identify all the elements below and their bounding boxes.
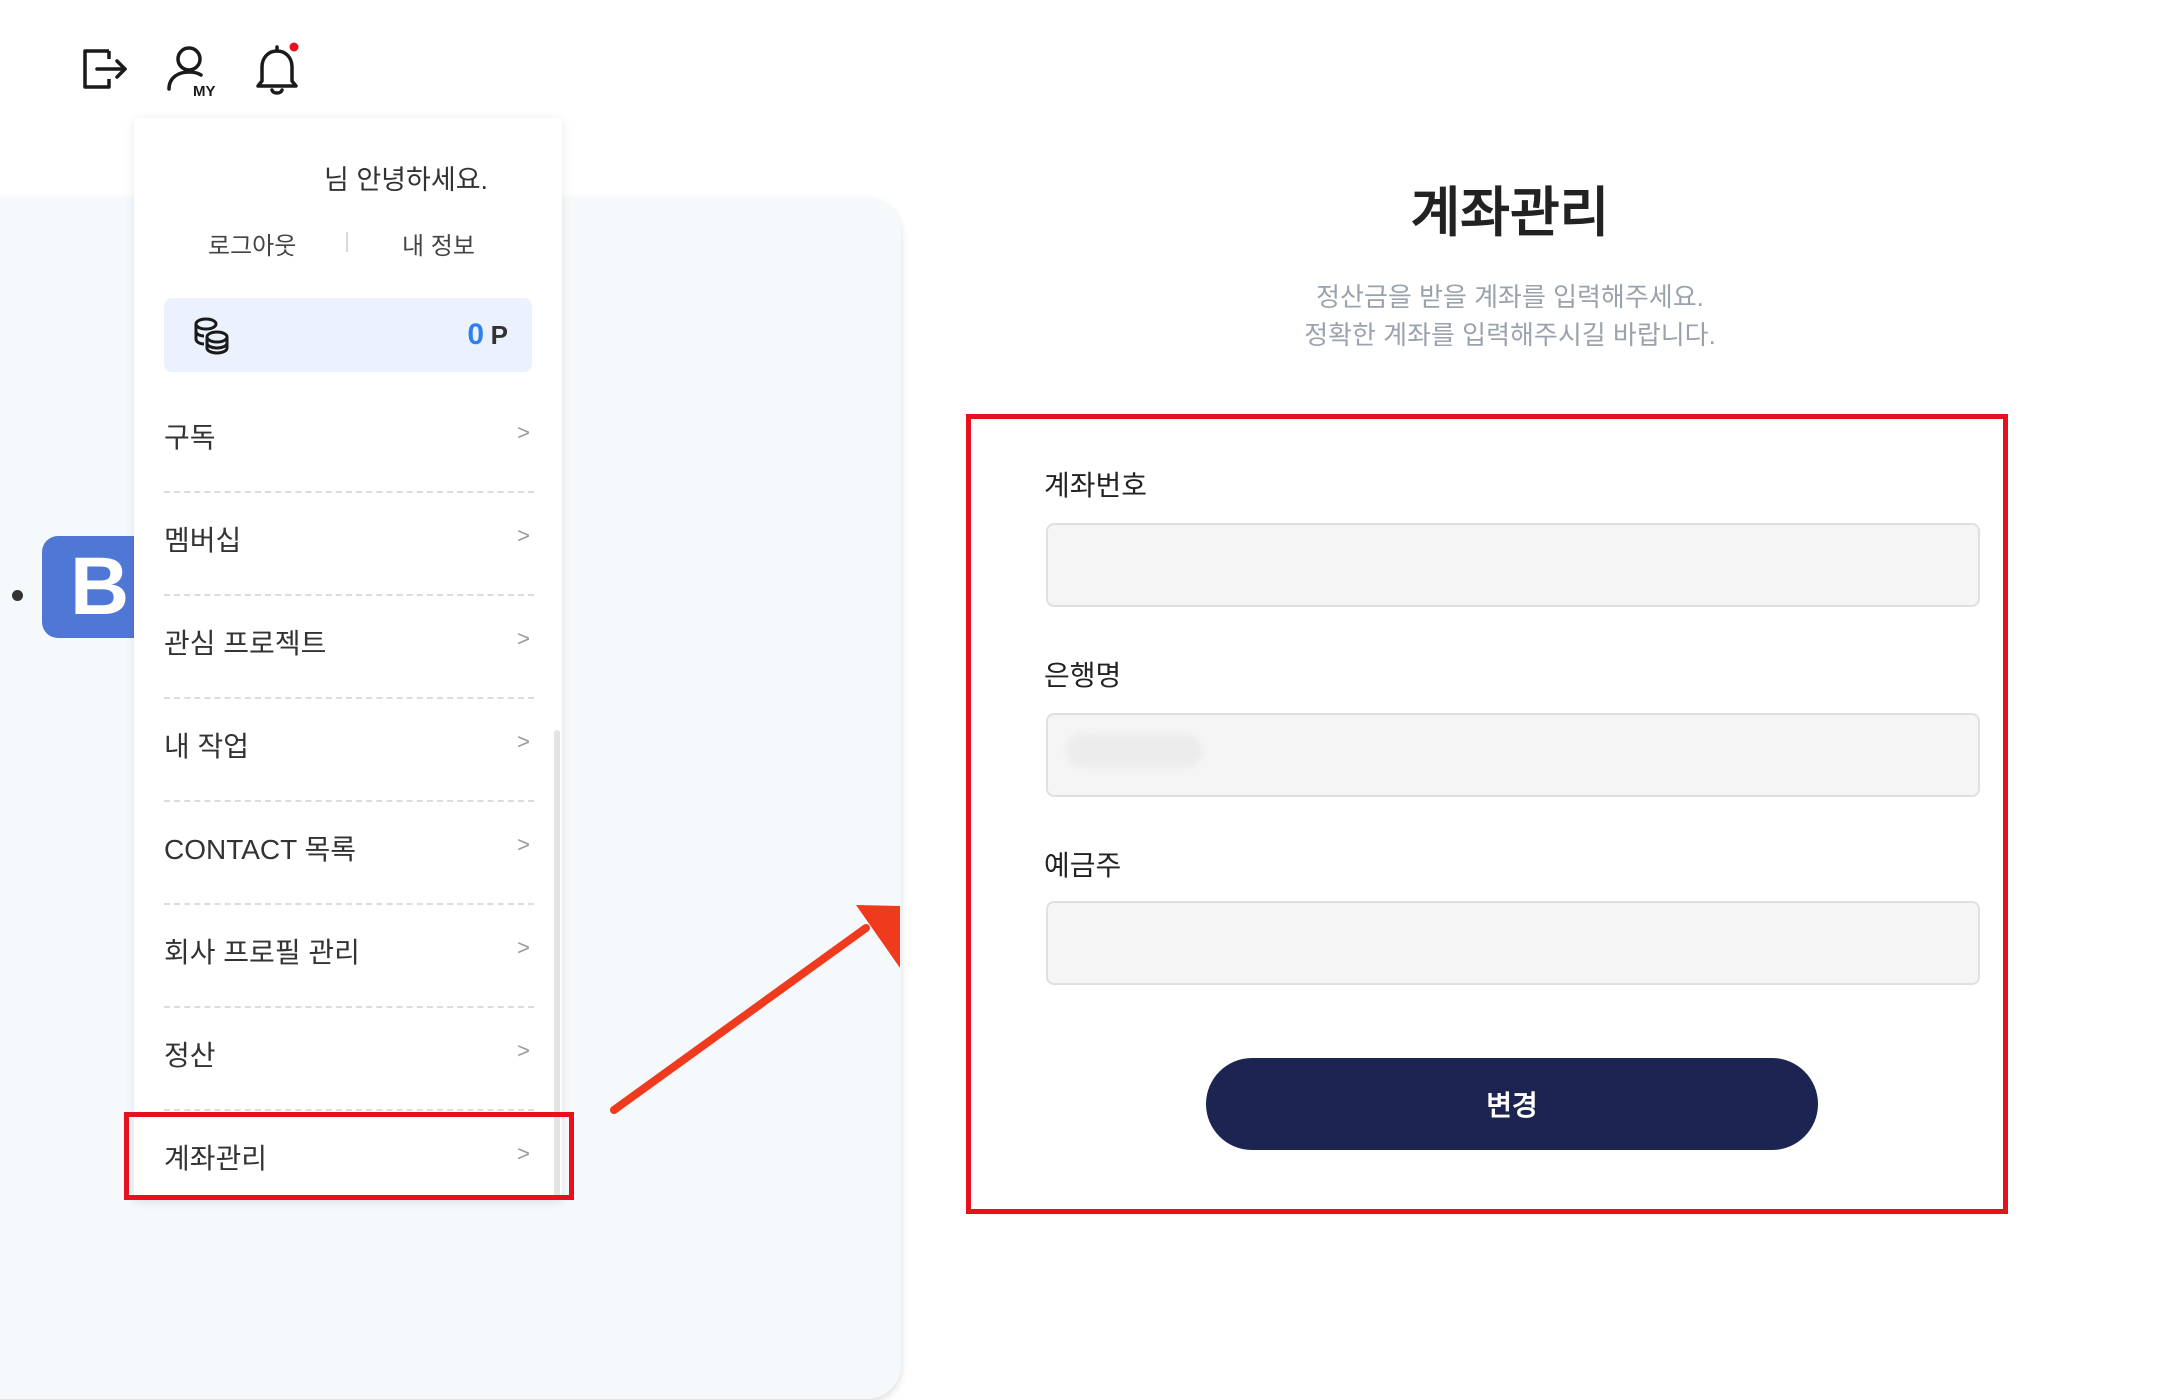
account-number-input[interactable] <box>1046 523 1980 607</box>
page: MY B 님 안녕하세요. 로그아웃 내 정보 0 P 구독 > 멤버십 > 관… <box>0 0 2160 1400</box>
point-unit: P <box>490 320 508 350</box>
my-page-icon[interactable]: MY <box>158 36 224 102</box>
my-badge-text: MY <box>193 83 216 100</box>
menu-item-settlement[interactable]: 정산 > <box>164 1008 534 1111</box>
menu-item-label: 구독 <box>164 422 216 453</box>
menu-item-company-profile[interactable]: 회사 프로필 관리 > <box>164 905 534 1008</box>
page-title: 계좌관리 <box>1410 183 1610 243</box>
chevron-right-icon: > <box>517 935 530 960</box>
bullet-dot <box>12 590 23 601</box>
notification-bell-icon[interactable] <box>244 36 310 102</box>
quick-links: 로그아웃 내 정보 <box>134 226 562 261</box>
chevron-right-icon: > <box>517 832 530 857</box>
description-line: 정산금을 받을 계좌를 입력해주세요. <box>1316 282 1704 312</box>
point-balance-box[interactable]: 0 P <box>164 298 532 372</box>
menu-item-label: 회사 프로필 관리 <box>164 937 360 968</box>
point-value: 0 <box>467 318 484 351</box>
menu-item-interested-projects[interactable]: 관심 프로젝트 > <box>164 596 534 699</box>
chevron-right-icon: > <box>517 1038 530 1063</box>
menu-item-contact-list[interactable]: CONTACT 목록 > <box>164 802 534 905</box>
logout-link[interactable]: 로그아웃 <box>208 226 296 261</box>
account-number-label: 계좌번호 <box>1044 470 1148 501</box>
notification-bell-icon-graphic <box>256 42 299 95</box>
user-dropdown-menu: 님 안녕하세요. 로그아웃 내 정보 0 P 구독 > 멤버십 > 관심 프로젝… <box>134 118 562 1200</box>
blurred-bank-value <box>1066 734 1202 768</box>
page-description: 정산금을 받을 계좌를 입력해주세요. 정확한 계좌를 입력해주시길 바랍니다. <box>1210 278 1810 354</box>
menu-item-label: 정산 <box>164 1040 216 1071</box>
bank-name-label: 은행명 <box>1044 660 1122 691</box>
chevron-right-icon: > <box>517 523 530 548</box>
my-info-link[interactable]: 내 정보 <box>402 226 475 261</box>
logout-icon-graphic <box>83 49 127 89</box>
coins-icon <box>194 317 229 355</box>
notification-dot <box>289 42 299 52</box>
menu-item-membership[interactable]: 멤버십 > <box>164 493 534 596</box>
chevron-right-icon: > <box>517 729 530 754</box>
change-button[interactable]: 변경 <box>1206 1058 1818 1150</box>
menu-item-label: 관심 프로젝트 <box>164 628 327 659</box>
menu-item-my-work[interactable]: 내 작업 > <box>164 699 534 802</box>
link-divider <box>346 232 348 252</box>
menu-item-label: CONTACT 목록 <box>164 834 357 865</box>
logout-icon[interactable] <box>72 36 138 102</box>
menu-item-label: 내 작업 <box>164 731 250 762</box>
chevron-right-icon: > <box>517 626 530 651</box>
greeting-text: 님 안녕하세요. <box>324 165 489 195</box>
account-holder-label: 예금주 <box>1044 850 1122 881</box>
description-line: 정확한 계좌를 입력해주시길 바랍니다. <box>1304 320 1716 350</box>
account-holder-input[interactable] <box>1046 901 1980 985</box>
dropdown-menu-list: 구독 > 멤버십 > 관심 프로젝트 > 내 작업 > CONTACT 목록 >… <box>164 390 534 1214</box>
menu-item-subscription[interactable]: 구독 > <box>164 390 534 493</box>
chevron-right-icon: > <box>517 420 530 445</box>
menu-item-label: 멤버십 <box>164 525 242 556</box>
my-page-icon-graphic: MY <box>167 46 216 100</box>
logo-letter: B <box>70 541 130 632</box>
menu-item-highlight-box <box>124 1112 574 1200</box>
